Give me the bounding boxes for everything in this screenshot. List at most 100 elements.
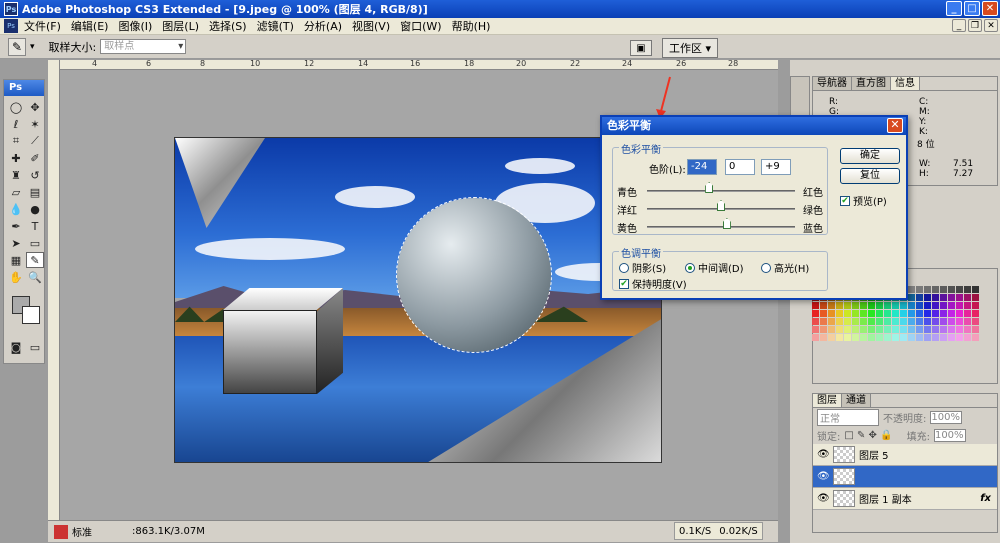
color-swatch[interactable] xyxy=(836,326,843,333)
color-swatch[interactable] xyxy=(908,318,915,325)
color-swatch[interactable] xyxy=(932,334,939,341)
color-swatch[interactable] xyxy=(908,286,915,293)
color-swatch[interactable] xyxy=(916,302,923,309)
color-swatch[interactable] xyxy=(916,318,923,325)
color-swatch[interactable] xyxy=(812,302,819,309)
color-swatch[interactable] xyxy=(812,318,819,325)
menu-layer[interactable]: 图层(L) xyxy=(162,18,199,34)
hand-tool-icon[interactable]: ✋ xyxy=(7,269,25,285)
color-swatch[interactable] xyxy=(924,286,931,293)
color-swatch[interactable] xyxy=(940,326,947,333)
lock-icons[interactable]: □ ✎ ✥ 🔒 xyxy=(844,430,892,441)
dodge-tool-icon[interactable]: ● xyxy=(26,201,44,217)
color-swatch[interactable] xyxy=(892,334,899,341)
document-icon[interactable]: Ps xyxy=(4,19,18,33)
color-swatch[interactable] xyxy=(900,302,907,309)
color-swatch[interactable] xyxy=(924,310,931,317)
color-swatch[interactable] xyxy=(948,302,955,309)
color-swatch[interactable] xyxy=(956,302,963,309)
cyan-red-slider-track[interactable] xyxy=(647,190,795,192)
color-swatch[interactable] xyxy=(828,318,835,325)
color-swatch[interactable] xyxy=(948,310,955,317)
quick-mask-icon[interactable]: ◙ xyxy=(7,339,25,355)
color-swatch[interactable] xyxy=(820,334,827,341)
doc-minimize-button[interactable]: _ xyxy=(952,19,966,32)
color-swatch[interactable] xyxy=(908,302,915,309)
color-swatch[interactable] xyxy=(892,318,899,325)
color-swatch[interactable] xyxy=(972,302,979,309)
color-swatch[interactable] xyxy=(932,286,939,293)
menu-view[interactable]: 视图(V) xyxy=(352,18,390,34)
color-swatch[interactable] xyxy=(908,294,915,301)
color-swatch[interactable] xyxy=(900,334,907,341)
color-swatch[interactable] xyxy=(964,326,971,333)
color-swatch[interactable] xyxy=(900,318,907,325)
color-swatch[interactable] xyxy=(844,310,851,317)
screen-mode-icon[interactable]: ▭ xyxy=(26,339,44,355)
color-swatch[interactable] xyxy=(932,294,939,301)
color-swatch[interactable] xyxy=(868,326,875,333)
fill-input[interactable]: 100% xyxy=(933,428,966,442)
selected-sphere[interactable] xyxy=(396,197,552,353)
yellow-blue-slider-thumb[interactable] xyxy=(722,218,731,229)
color-swatch[interactable] xyxy=(956,286,963,293)
color-swatch[interactable] xyxy=(884,318,891,325)
history-brush-tool-icon[interactable]: ↺ xyxy=(26,167,44,183)
blend-mode-select[interactable]: 正常 xyxy=(817,408,879,426)
color-swatch[interactable] xyxy=(972,318,979,325)
preserve-luminosity-checkbox[interactable]: ✔ 保持明度(V) xyxy=(619,276,687,291)
reset-button[interactable]: 复位 xyxy=(840,168,900,184)
eye-icon[interactable]: 👁 xyxy=(817,471,830,482)
color-swatch[interactable] xyxy=(972,310,979,317)
color-swatch[interactable] xyxy=(940,286,947,293)
color-swatch[interactable] xyxy=(852,302,859,309)
color-swatch[interactable] xyxy=(860,334,867,341)
color-swatch[interactable] xyxy=(844,302,851,309)
color-swatch[interactable] xyxy=(828,326,835,333)
healing-brush-tool-icon[interactable]: ✚ xyxy=(7,150,25,166)
crop-tool-icon[interactable]: ⌗ xyxy=(7,133,25,149)
color-swatch[interactable] xyxy=(932,302,939,309)
color-swatch[interactable] xyxy=(924,334,931,341)
color-swatch[interactable] xyxy=(924,302,931,309)
fx-icon[interactable]: fx xyxy=(980,493,991,504)
gradient-tool-icon[interactable]: ▤ xyxy=(26,184,44,200)
color-swatch[interactable] xyxy=(916,286,923,293)
tab-histogram[interactable]: 直方图 xyxy=(852,77,891,90)
menu-window[interactable]: 窗口(W) xyxy=(400,18,441,34)
opacity-input[interactable]: 100% xyxy=(930,410,963,424)
eye-icon[interactable]: 👁 xyxy=(817,493,830,504)
color-swatch[interactable] xyxy=(956,326,963,333)
highlights-radio[interactable]: 高光(H) xyxy=(761,260,809,275)
color-swatch[interactable] xyxy=(948,294,955,301)
color-swatch[interactable] xyxy=(868,302,875,309)
color-swatch[interactable] xyxy=(972,334,979,341)
color-swatch[interactable] xyxy=(964,310,971,317)
magenta-green-slider-thumb[interactable] xyxy=(717,200,725,211)
color-swatch[interactable] xyxy=(820,326,827,333)
color-swatch[interactable] xyxy=(868,334,875,341)
zoom-level-icon[interactable] xyxy=(54,524,68,539)
color-swatch[interactable] xyxy=(884,302,891,309)
color-swatch[interactable] xyxy=(940,318,947,325)
color-swatch[interactable] xyxy=(820,318,827,325)
path-selection-tool-icon[interactable]: ➤ xyxy=(7,235,25,251)
layer-row[interactable]: 👁 图层 5 xyxy=(813,444,997,466)
blur-tool-icon[interactable]: 💧 xyxy=(7,201,25,217)
color-swatch[interactable] xyxy=(876,310,883,317)
doc-close-button[interactable]: ✕ xyxy=(984,19,998,32)
slice-tool-icon[interactable]: ⟋ xyxy=(26,133,44,149)
color-swatch[interactable] xyxy=(908,334,915,341)
level-cyan-red-input[interactable]: -24 xyxy=(687,159,717,175)
color-swatch[interactable] xyxy=(828,310,835,317)
color-swatch[interactable] xyxy=(876,326,883,333)
minimize-button[interactable]: _ xyxy=(946,1,962,16)
menu-analysis[interactable]: 分析(A) xyxy=(304,18,342,34)
maximize-button[interactable]: □ xyxy=(964,1,980,16)
color-swatch[interactable] xyxy=(932,326,939,333)
move-tool-icon[interactable]: ✥ xyxy=(26,99,44,115)
menu-image[interactable]: 图像(I) xyxy=(118,18,152,34)
shape-tool-icon[interactable]: ▭ xyxy=(26,235,44,251)
color-swatch[interactable] xyxy=(900,326,907,333)
color-swatch[interactable] xyxy=(924,326,931,333)
